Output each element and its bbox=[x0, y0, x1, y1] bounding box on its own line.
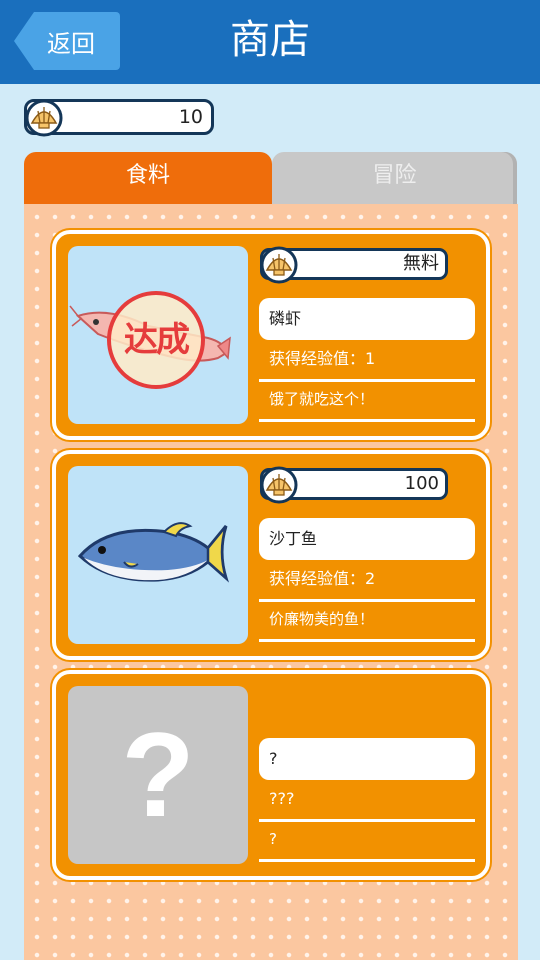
item-name: 磷虾 bbox=[259, 298, 475, 340]
top-bar: 返回 商店 bbox=[0, 0, 540, 84]
page-title: 商店 bbox=[230, 17, 310, 63]
tab-adventure[interactable]: 冒险 bbox=[272, 152, 517, 204]
price-value: 無料 bbox=[403, 253, 439, 274]
item-description: 价廉物美的鱼！ bbox=[259, 602, 475, 642]
shop-item-locked[interactable]: ? ? ??? ? bbox=[52, 670, 490, 880]
shell-coin-icon bbox=[260, 466, 298, 504]
item-exp: ??? bbox=[259, 782, 475, 822]
shop-item-krill[interactable]: 达成 無料 磷虾 获得经验值：1 饿了就吃这个！ bbox=[52, 230, 490, 440]
sardine-icon bbox=[77, 522, 230, 583]
item-thumbnail bbox=[68, 466, 248, 644]
shell-coin-icon bbox=[260, 246, 298, 284]
item-thumbnail: 达成 bbox=[68, 246, 248, 424]
tab-food[interactable]: 食料 bbox=[24, 152, 272, 204]
coin-count: 10 bbox=[178, 106, 203, 128]
item-price: 100 bbox=[260, 466, 448, 504]
item-name: 沙丁鱼 bbox=[259, 518, 475, 560]
coin-balance: 10 bbox=[24, 99, 214, 137]
question-mark-icon: ? bbox=[121, 708, 195, 842]
shell-coin-icon bbox=[25, 99, 63, 137]
item-thumbnail: ? bbox=[68, 686, 248, 864]
item-description: ? bbox=[259, 822, 475, 862]
item-price: 無料 bbox=[260, 246, 448, 284]
achieved-stamp: 达成 bbox=[107, 291, 205, 389]
item-description: 饿了就吃这个！ bbox=[259, 382, 475, 422]
item-exp: 获得经验值：1 bbox=[259, 342, 475, 382]
item-exp: 获得经验值：2 bbox=[259, 562, 475, 602]
item-name: ? bbox=[259, 738, 475, 780]
price-value: 100 bbox=[404, 473, 439, 494]
shop-item-sardine[interactable]: 100 沙丁鱼 获得经验值：2 价廉物美的鱼！ bbox=[52, 450, 490, 660]
